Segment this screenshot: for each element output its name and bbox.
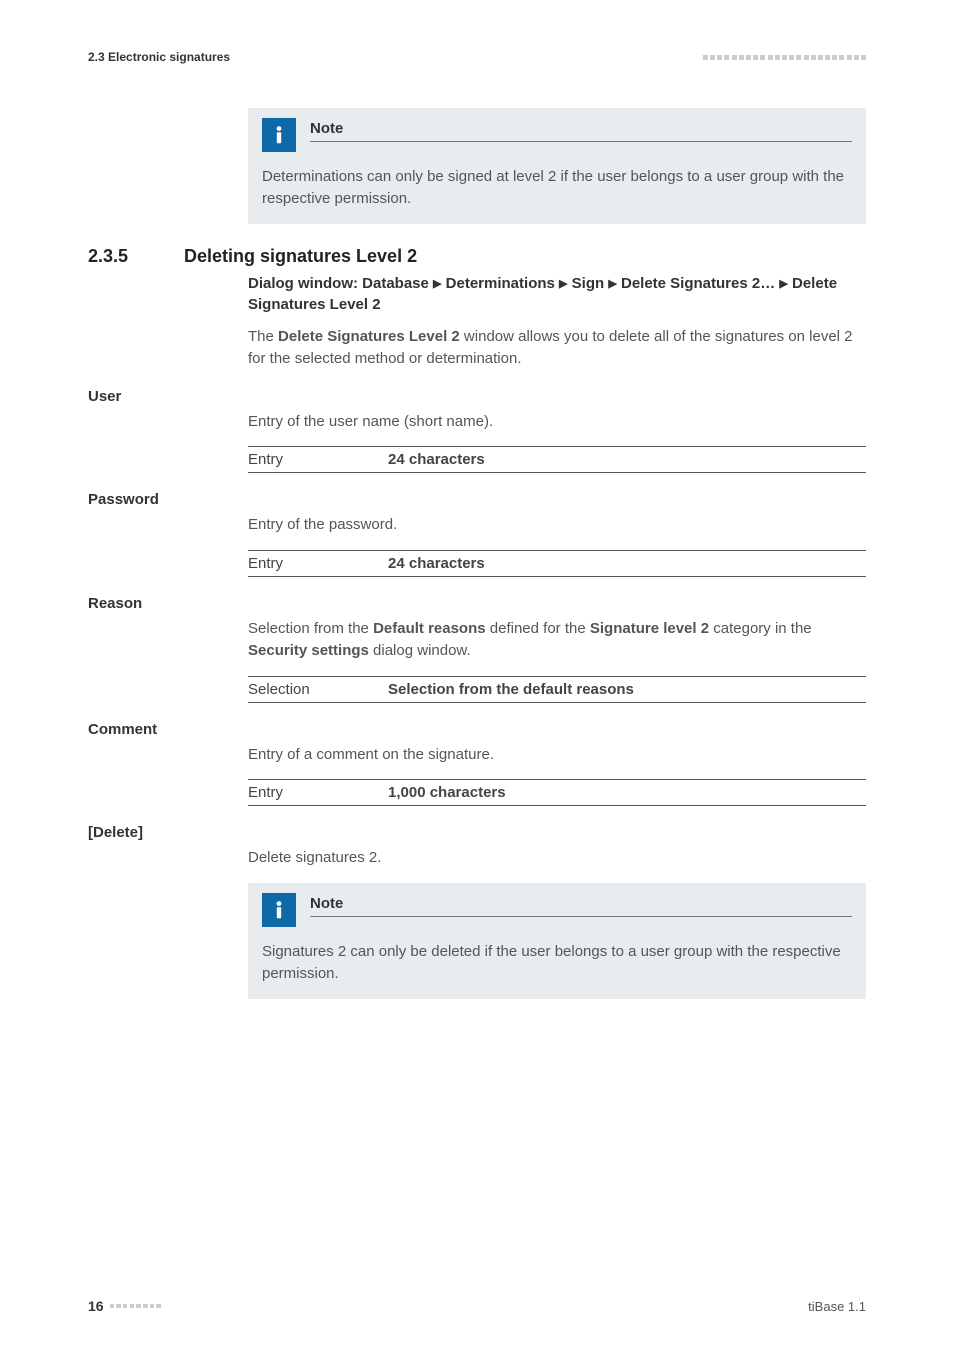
text-bold: Signature level 2 bbox=[590, 620, 709, 637]
page-footer: 16 tiBase 1.1 bbox=[88, 1298, 866, 1314]
field-label-user: User bbox=[88, 388, 866, 405]
entry-value: Selection from the default reasons bbox=[388, 681, 634, 698]
page-header: 2.3 Electronic signatures bbox=[88, 50, 866, 64]
entry-label: Entry bbox=[248, 555, 388, 572]
dialog-window-path: Dialog window: Database ▶ Determinations… bbox=[248, 273, 866, 317]
field-label-password: Password bbox=[88, 491, 866, 508]
section-heading: 2.3.5 Deleting signatures Level 2 bbox=[88, 246, 866, 267]
field-desc-comment: Entry of a comment on the signature. bbox=[248, 744, 866, 766]
dialog-text: Determinations bbox=[442, 275, 560, 292]
triangle-icon: ▶ bbox=[559, 277, 567, 293]
text-bold: Security settings bbox=[248, 642, 369, 659]
text: category in the bbox=[709, 620, 812, 637]
note-box-bottom: Note Signatures 2 can only be deleted if… bbox=[248, 883, 866, 999]
field-desc-user: Entry of the user name (short name). bbox=[248, 411, 866, 433]
text: Selection from the bbox=[248, 620, 373, 637]
field-spec-reason: Selection Selection from the default rea… bbox=[248, 676, 866, 703]
header-section-ref: 2.3 Electronic signatures bbox=[88, 50, 230, 64]
triangle-icon: ▶ bbox=[433, 277, 441, 293]
entry-value: 24 characters bbox=[388, 451, 485, 468]
info-icon bbox=[262, 118, 296, 152]
field-desc-password: Entry of the password. bbox=[248, 514, 866, 536]
field-label-reason: Reason bbox=[88, 595, 866, 612]
entry-label: Selection bbox=[248, 681, 388, 698]
section-intro: The Delete Signatures Level 2 window all… bbox=[248, 326, 866, 370]
note-header: Note bbox=[262, 118, 852, 152]
page: 2.3 Electronic signatures Note Determina… bbox=[0, 0, 954, 1350]
page-number: 16 bbox=[88, 1298, 104, 1314]
entry-label: Entry bbox=[248, 451, 388, 468]
footer-dotted-decoration bbox=[110, 1304, 161, 1309]
dialog-text: Delete Signatures 2… bbox=[617, 275, 780, 292]
footer-left: 16 bbox=[88, 1298, 161, 1314]
field-desc-reason: Selection from the Default reasons defin… bbox=[248, 618, 866, 662]
text-bold: Delete Signatures Level 2 bbox=[278, 328, 460, 345]
note-title: Note bbox=[310, 120, 852, 142]
field-label-delete: [Delete] bbox=[88, 824, 866, 841]
note-title: Note bbox=[310, 895, 852, 917]
text-bold: Default reasons bbox=[373, 620, 486, 637]
text: dialog window. bbox=[369, 642, 471, 659]
triangle-icon: ▶ bbox=[608, 277, 616, 293]
section-title: Deleting signatures Level 2 bbox=[184, 246, 417, 267]
entry-value: 24 characters bbox=[388, 555, 485, 572]
note-box-top: Note Determinations can only be signed a… bbox=[248, 108, 866, 224]
entry-label: Entry bbox=[248, 784, 388, 801]
dialog-text: Dialog window: Database bbox=[248, 275, 433, 292]
note-body: Determinations can only be signed at lev… bbox=[262, 166, 852, 210]
dialog-text: Sign bbox=[568, 275, 609, 292]
entry-value: 1,000 characters bbox=[388, 784, 506, 801]
field-spec-comment: Entry 1,000 characters bbox=[248, 779, 866, 806]
section-number: 2.3.5 bbox=[88, 246, 184, 267]
field-spec-password: Entry 24 characters bbox=[248, 550, 866, 577]
footer-product: tiBase 1.1 bbox=[808, 1299, 866, 1314]
note-header: Note bbox=[262, 893, 852, 927]
field-label-comment: Comment bbox=[88, 721, 866, 738]
text: The bbox=[248, 328, 278, 345]
info-icon bbox=[262, 893, 296, 927]
field-desc-delete: Delete signatures 2. bbox=[248, 847, 866, 869]
header-dotted-decoration bbox=[703, 55, 866, 60]
note-body: Signatures 2 can only be deleted if the … bbox=[262, 941, 852, 985]
field-spec-user: Entry 24 characters bbox=[248, 446, 866, 473]
text: defined for the bbox=[486, 620, 590, 637]
triangle-icon: ▶ bbox=[779, 277, 787, 293]
